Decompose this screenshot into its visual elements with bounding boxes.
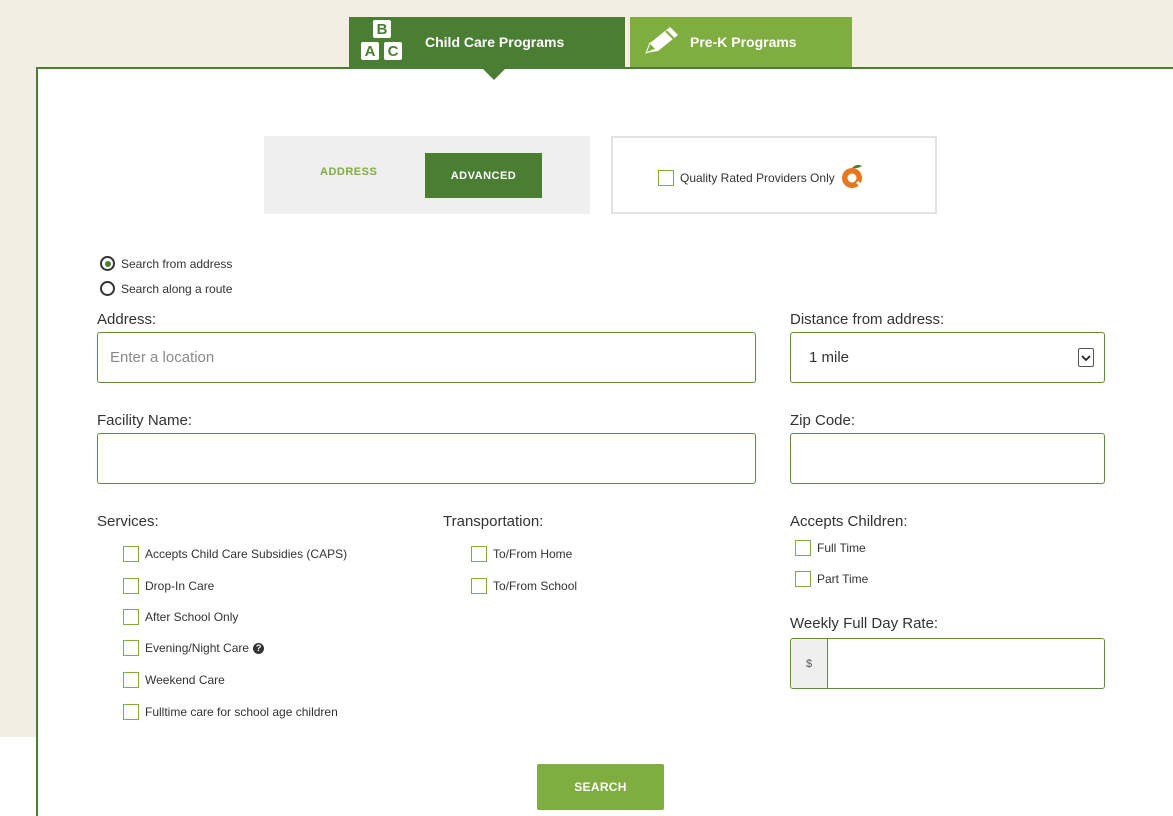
service-option-drop-in[interactable]: Drop-In Care [123, 578, 214, 594]
search-from-address-label: Search from address [121, 256, 233, 271]
address-label: Address: [97, 311, 157, 328]
active-tab-pointer [481, 67, 507, 80]
services-label: Services: [97, 513, 159, 530]
service-after-school-checkbox[interactable] [123, 609, 139, 625]
distance-select[interactable]: 1 mile [790, 332, 1105, 383]
svg-text:A: A [365, 43, 376, 60]
accepts-part-time-label: Part Time [817, 572, 869, 586]
search-along-route-radio[interactable] [100, 281, 115, 296]
service-caps-checkbox[interactable] [123, 546, 139, 562]
service-drop-in-checkbox[interactable] [123, 578, 139, 594]
pencil-icon [640, 23, 682, 62]
facility-name-input[interactable] [97, 433, 756, 484]
service-option-after-school[interactable]: After School Only [123, 609, 238, 625]
zip-code-label: Zip Code: [790, 412, 856, 429]
svg-text:B: B [377, 21, 388, 38]
weekly-rate-label: Weekly Full Day Rate: [790, 615, 939, 632]
service-option-fulltime-school-age[interactable]: Fulltime care for school age children [123, 704, 338, 720]
service-option-weekend[interactable]: Weekend Care [123, 672, 225, 688]
service-weekend-checkbox[interactable] [123, 672, 139, 688]
accepts-full-time-label: Full Time [817, 541, 866, 555]
distance-selected-value: 1 mile [809, 349, 850, 366]
transport-option-school[interactable]: To/From School [471, 578, 577, 594]
search-along-route-option[interactable]: Search along a route [100, 281, 232, 296]
search-from-address-radio[interactable] [100, 256, 115, 271]
distance-label: Distance from address: [790, 311, 945, 328]
service-evening-night-label: Evening/Night Care [145, 641, 250, 655]
page-white-strip [0, 737, 38, 816]
tab-child-care-programs[interactable]: B A C Child Care Programs [349, 17, 625, 67]
search-from-address-option[interactable]: Search from address [100, 256, 232, 271]
accepts-full-time-checkbox[interactable] [795, 540, 811, 556]
question-circle-icon[interactable]: ? [253, 642, 265, 654]
chevron-down-icon [1078, 348, 1094, 367]
service-weekend-label: Weekend Care [145, 673, 225, 687]
transport-home-checkbox[interactable] [471, 546, 487, 562]
search-along-route-label: Search along a route [121, 281, 233, 296]
abc-blocks-icon: B A C [359, 18, 417, 67]
accepts-part-time-option[interactable]: Part Time [795, 571, 868, 587]
transportation-label: Transportation: [443, 513, 544, 530]
transport-school-checkbox[interactable] [471, 578, 487, 594]
search-button-label: SEARCH [574, 780, 627, 794]
service-option-evening-night[interactable]: Evening/Night Care ? [123, 640, 265, 656]
service-caps-label: Accepts Child Care Subsidies (CAPS) [145, 547, 348, 561]
service-fulltime-school-age-label: Fulltime care for school age children [145, 705, 338, 719]
advanced-mode-label: ADVANCED [450, 169, 517, 182]
quality-rated-logo-icon [839, 163, 867, 192]
weekly-rate-input[interactable] [828, 639, 1104, 688]
zip-code-input[interactable] [790, 433, 1105, 484]
transport-home-label: To/From Home [493, 547, 573, 561]
service-option-caps[interactable]: Accepts Child Care Subsidies (CAPS) [123, 546, 347, 562]
address-mode-button[interactable]: ADDRESS [320, 166, 377, 178]
accepts-full-time-option[interactable]: Full Time [795, 540, 866, 556]
svg-text:C: C [388, 43, 399, 60]
service-fulltime-school-age-checkbox[interactable] [123, 704, 139, 720]
accepts-children-label: Accepts Children: [790, 513, 908, 530]
service-evening-night-checkbox[interactable] [123, 640, 139, 656]
tab-pre-k-programs[interactable]: Pre-K Programs [630, 17, 852, 67]
advanced-mode-button[interactable]: ADVANCED [425, 153, 542, 198]
quality-rated-filter: Quality Rated Providers Only [658, 163, 867, 192]
search-button[interactable]: SEARCH [537, 764, 664, 810]
facility-name-label: Facility Name: [97, 412, 193, 429]
service-drop-in-label: Drop-In Care [145, 579, 215, 593]
quality-rated-label: Quality Rated Providers Only [680, 170, 835, 185]
service-after-school-label: After School Only [145, 610, 239, 624]
address-input[interactable] [97, 332, 756, 383]
currency-prefix: $ [791, 639, 828, 688]
accepts-part-time-checkbox[interactable] [795, 571, 811, 587]
transport-option-home[interactable]: To/From Home [471, 546, 572, 562]
tab-pre-k-label: Pre-K Programs [690, 34, 797, 50]
tab-child-care-label: Child Care Programs [425, 34, 565, 50]
weekly-rate-field: $ [790, 638, 1105, 689]
transport-school-label: To/From School [493, 579, 578, 593]
quality-rated-checkbox[interactable] [658, 169, 674, 186]
